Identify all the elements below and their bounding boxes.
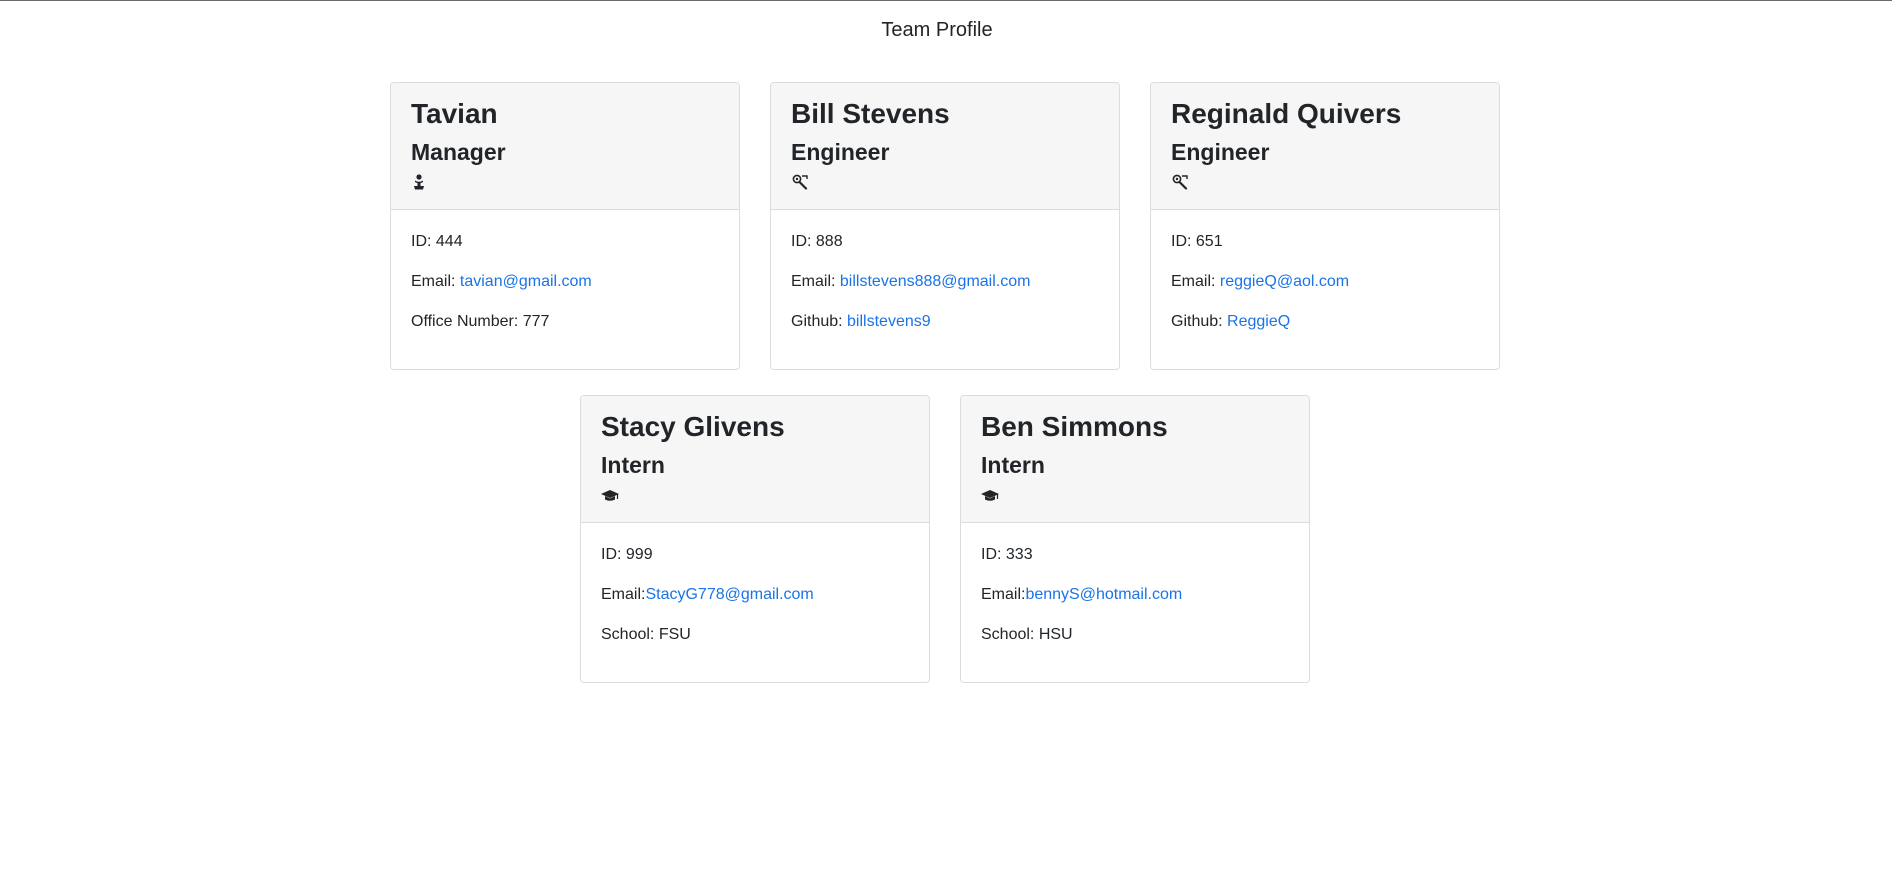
email-label: Email: (601, 586, 646, 603)
school: School: HSU (981, 626, 1073, 643)
employee-role: Engineer (791, 139, 890, 165)
employee-id: ID: 333 (981, 546, 1033, 563)
employee-email-row: Email: reggieQ@aol.com (1171, 272, 1479, 292)
employee-name: Ben Simmons (981, 411, 1168, 442)
school: School: FSU (601, 626, 691, 643)
email-link[interactable]: tavian@gmail.com (460, 273, 592, 290)
employee-name: Tavian (411, 98, 498, 129)
github-link[interactable]: billstevens9 (847, 313, 931, 330)
email-link[interactable]: bennyS@hotmail.com (1025, 586, 1182, 603)
card-header: Bill Stevens Engineer (771, 83, 1119, 210)
card-body: ID: 444 Email: tavian@gmail.com Office N… (391, 210, 739, 332)
employee-card: Tavian Manager ID: 444 Email: tavian@gma… (390, 82, 740, 370)
card-header: Reginald Quivers Engineer (1151, 83, 1499, 210)
email-label: Email: (411, 273, 460, 290)
employee-id: ID: 999 (601, 546, 653, 563)
employee-name: Reginald Quivers (1171, 98, 1402, 129)
employee-role: Engineer (1171, 139, 1270, 165)
page-title: Team Profile (881, 19, 993, 41)
email-label: Email: (791, 273, 840, 290)
office-number: Office Number: 777 (411, 313, 550, 330)
employee-id: ID: 651 (1171, 233, 1223, 250)
card-body: ID: 651 Email: reggieQ@aol.com Github: R… (1151, 210, 1499, 332)
employee-id: ID: 444 (411, 233, 463, 250)
wrench-gear-icon (792, 174, 808, 190)
github-row: Github: ReggieQ (1171, 312, 1479, 332)
card-header: Stacy Glivens Intern (581, 396, 929, 523)
github-label: Github: (791, 313, 848, 330)
employee-name: Bill Stevens (791, 98, 950, 129)
email-link[interactable]: billstevens888@gmail.com (840, 273, 1031, 290)
card-body: ID: 999 Email:StacyG778@gmail.com School… (581, 523, 929, 645)
employee-email-row: Email:StacyG778@gmail.com (601, 585, 909, 605)
employee-card: Stacy Glivens Intern ID: 999 Email:Stacy… (580, 395, 930, 683)
coffee-person-icon (414, 174, 424, 190)
wrench-gear-icon (1172, 174, 1188, 190)
employee-role: Intern (601, 452, 665, 478)
employee-role: Manager (411, 139, 506, 165)
employee-name: Stacy Glivens (601, 411, 785, 442)
employee-email-row: Email: billstevens888@gmail.com (791, 272, 1099, 292)
card-body: ID: 888 Email: billstevens888@gmail.com … (771, 210, 1119, 332)
card-body: ID: 333 Email:bennyS@hotmail.com School:… (961, 523, 1309, 645)
github-row: Github: billstevens9 (791, 312, 1099, 332)
email-label: Email: (981, 586, 1026, 603)
github-link[interactable]: ReggieQ (1227, 313, 1290, 330)
employee-email-row: Email: tavian@gmail.com (411, 272, 719, 292)
github-label: Github: (1171, 313, 1228, 330)
graduation-cap-icon (601, 490, 619, 501)
email-link[interactable]: StacyG778@gmail.com (645, 586, 813, 603)
email-link[interactable]: reggieQ@aol.com (1220, 273, 1349, 290)
employee-id: ID: 888 (791, 233, 843, 250)
card-header: Tavian Manager (391, 83, 739, 210)
employee-email-row: Email:bennyS@hotmail.com (981, 585, 1289, 605)
employee-card: Bill Stevens Engineer ID: 888 Email: bil… (770, 82, 1120, 370)
graduation-cap-icon (981, 490, 999, 501)
card-header: Ben Simmons Intern (961, 396, 1309, 523)
employee-role: Intern (981, 452, 1045, 478)
email-label: Email: (1171, 273, 1220, 290)
employee-card: Ben Simmons Intern ID: 333 Email:bennyS@… (960, 395, 1310, 683)
employee-card: Reginald Quivers Engineer ID: 651 Email:… (1150, 82, 1500, 370)
